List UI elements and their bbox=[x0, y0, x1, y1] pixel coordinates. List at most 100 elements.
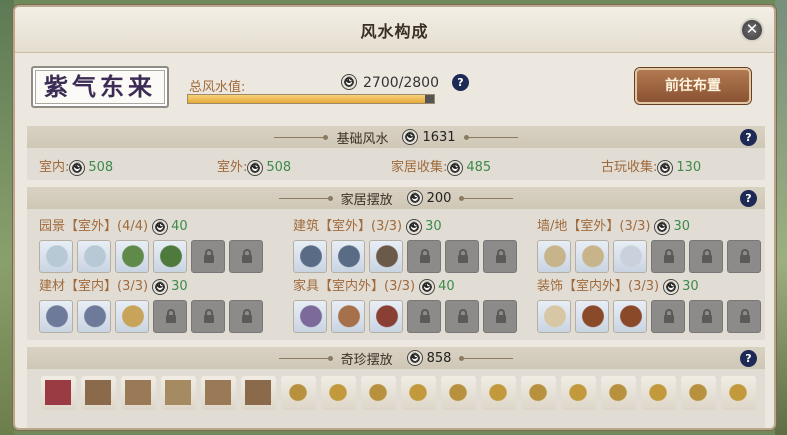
curio-thumbnail bbox=[405, 380, 431, 405]
curio-thumbnail bbox=[205, 380, 231, 405]
goto-arrange-button[interactable]: 前往布置 bbox=[635, 68, 751, 104]
section-title: 家居摆放 bbox=[340, 192, 393, 208]
curio-item[interactable] bbox=[681, 376, 716, 410]
locked-slot[interactable] bbox=[407, 299, 441, 333]
furniture-slot-item[interactable] bbox=[613, 239, 647, 273]
curio-item[interactable] bbox=[121, 376, 156, 410]
curio-thumbnail bbox=[685, 380, 711, 405]
curio-item[interactable] bbox=[201, 376, 236, 410]
furniture-slot-item[interactable] bbox=[153, 239, 187, 273]
locked-slot[interactable] bbox=[445, 299, 479, 333]
panel-title: 风水构成 bbox=[360, 21, 429, 41]
lock-icon bbox=[702, 308, 712, 323]
curio-thumbnail bbox=[725, 380, 751, 405]
furniture-group-title: 家具【室内外】(3/3) ☯ 40 bbox=[293, 278, 455, 295]
furniture-placement-section: 家居摆放 ☯ 200 ? 园景【室外】(4/4) ☯ 40 建筑【室外】(3/3) ☯ 3… bbox=[27, 187, 765, 340]
locked-slot[interactable] bbox=[445, 239, 479, 273]
lock-icon bbox=[664, 248, 674, 263]
yinyang-coin-icon: ☯ bbox=[402, 129, 419, 145]
furniture-thumbnail bbox=[542, 304, 568, 330]
furniture-thumbnail bbox=[44, 304, 70, 330]
curio-item[interactable] bbox=[481, 376, 516, 410]
furniture-slot-item[interactable] bbox=[575, 239, 609, 273]
curio-item[interactable] bbox=[561, 376, 596, 410]
locked-slot[interactable] bbox=[191, 239, 225, 273]
curio-thumbnail bbox=[245, 380, 271, 405]
question-icon[interactable]: ? bbox=[452, 74, 469, 91]
yinyang-coin-icon: ☯ bbox=[341, 74, 357, 90]
basic-item-indoor: 室内: ☯ 508 bbox=[39, 159, 114, 176]
locked-slot[interactable] bbox=[191, 299, 225, 333]
curio-item[interactable] bbox=[401, 376, 436, 410]
furniture-slot-item[interactable] bbox=[293, 299, 327, 333]
slot-row bbox=[537, 239, 761, 273]
curio-item[interactable] bbox=[441, 376, 476, 410]
curio-item[interactable] bbox=[721, 376, 756, 410]
section-title: 奇珍摆放 bbox=[340, 352, 393, 368]
curio-item[interactable] bbox=[361, 376, 396, 410]
close-icon[interactable]: ✕ bbox=[740, 18, 764, 42]
locked-slot[interactable] bbox=[407, 239, 441, 273]
furniture-slot-item[interactable] bbox=[331, 299, 365, 333]
furniture-slot-item[interactable] bbox=[369, 299, 403, 333]
curio-item[interactable] bbox=[41, 376, 76, 410]
furniture-slot-item[interactable] bbox=[293, 239, 327, 273]
furniture-thumbnail bbox=[336, 244, 362, 270]
furniture-slot-item[interactable] bbox=[575, 299, 609, 333]
locked-slot[interactable] bbox=[651, 299, 685, 333]
furniture-slot-item[interactable] bbox=[39, 239, 73, 273]
furniture-group: 墙/地【室外】(3/3) ☯ 30 bbox=[537, 215, 761, 273]
furniture-slot-item[interactable] bbox=[369, 239, 403, 273]
fengshui-progress-bar bbox=[187, 94, 435, 104]
furniture-slot-item[interactable] bbox=[77, 299, 111, 333]
curio-item[interactable] bbox=[321, 376, 356, 410]
furniture-slot-item[interactable] bbox=[537, 239, 571, 273]
furniture-slot-item[interactable] bbox=[537, 299, 571, 333]
total-fengshui-value: 2700/2800 bbox=[363, 75, 439, 91]
furniture-slot-item[interactable] bbox=[115, 299, 149, 333]
curio-placement-section: 奇珍摆放 ☯ 858 ? bbox=[27, 347, 765, 428]
curio-row bbox=[27, 369, 765, 410]
curio-item[interactable] bbox=[521, 376, 556, 410]
question-icon[interactable]: ? bbox=[740, 350, 757, 367]
curio-item[interactable] bbox=[281, 376, 316, 410]
locked-slot[interactable] bbox=[689, 299, 723, 333]
furniture-slot-item[interactable] bbox=[77, 239, 111, 273]
furniture-slot-item[interactable] bbox=[331, 239, 365, 273]
locked-slot[interactable] bbox=[651, 239, 685, 273]
curio-thumbnail bbox=[485, 380, 511, 405]
curio-item[interactable] bbox=[81, 376, 116, 410]
yinyang-coin-icon: ☯ bbox=[406, 218, 423, 235]
furniture-group-title: 建筑【室外】(3/3) ☯ 30 bbox=[293, 218, 442, 235]
fengshui-badge: 紫气东来 bbox=[31, 66, 169, 108]
lock-icon bbox=[204, 248, 214, 263]
basic-item-outdoor: 室外: ☯ 508 bbox=[217, 159, 292, 176]
section-header: 奇珍摆放 ☯ 858 ? bbox=[27, 347, 765, 369]
section-value: 200 bbox=[426, 190, 452, 206]
locked-slot[interactable] bbox=[483, 239, 517, 273]
curio-item[interactable] bbox=[161, 376, 196, 410]
curio-thumbnail bbox=[325, 380, 351, 405]
locked-slot[interactable] bbox=[229, 299, 263, 333]
locked-slot[interactable] bbox=[229, 239, 263, 273]
curio-item[interactable] bbox=[641, 376, 676, 410]
locked-slot[interactable] bbox=[727, 239, 761, 273]
furniture-slot-item[interactable] bbox=[115, 239, 149, 273]
furniture-group-title: 园景【室外】(4/4) ☯ 40 bbox=[39, 218, 188, 235]
curio-item[interactable] bbox=[241, 376, 276, 410]
curio-item[interactable] bbox=[601, 376, 636, 410]
lock-icon bbox=[702, 248, 712, 263]
furniture-slot-item[interactable] bbox=[613, 299, 647, 333]
furniture-slot-item[interactable] bbox=[39, 299, 73, 333]
furniture-group: 装饰【室内外】(3/3) ☯ 30 bbox=[537, 275, 761, 333]
furniture-thumbnail bbox=[618, 244, 644, 270]
locked-slot[interactable] bbox=[727, 299, 761, 333]
locked-slot[interactable] bbox=[153, 299, 187, 333]
question-icon[interactable]: ? bbox=[740, 190, 757, 207]
locked-slot[interactable] bbox=[689, 239, 723, 273]
curio-thumbnail bbox=[525, 380, 551, 405]
locked-slot[interactable] bbox=[483, 299, 517, 333]
question-icon[interactable]: ? bbox=[740, 129, 757, 146]
lock-icon bbox=[740, 308, 750, 323]
furniture-thumbnail bbox=[542, 244, 568, 270]
